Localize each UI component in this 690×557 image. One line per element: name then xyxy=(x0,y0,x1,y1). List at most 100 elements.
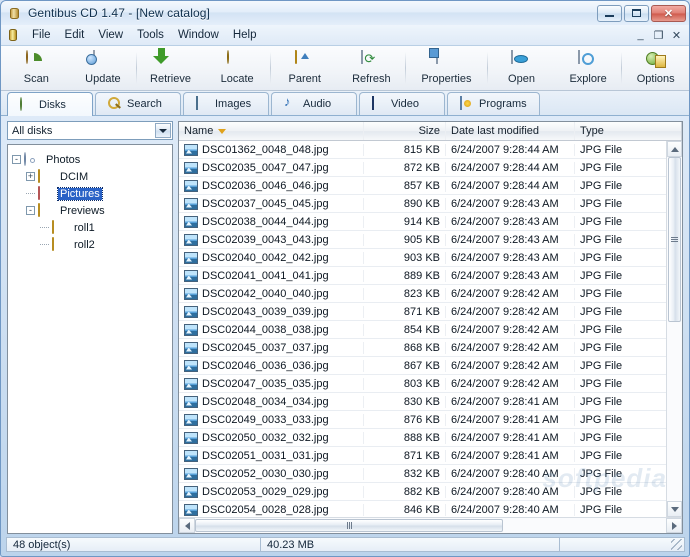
column-header-size[interactable]: Size xyxy=(364,122,446,140)
jpg-file-icon xyxy=(184,197,198,210)
cell-date: 6/24/2007 9:28:40 AM xyxy=(446,503,575,516)
maximize-button[interactable] xyxy=(624,4,649,22)
cell-size: 867 KB xyxy=(364,359,446,372)
chevron-down-icon[interactable] xyxy=(155,123,171,138)
cell-date: 6/24/2007 9:28:41 AM xyxy=(446,413,575,426)
column-header-date[interactable]: Date last modified xyxy=(446,122,575,140)
expander-icon[interactable]: - xyxy=(26,206,35,215)
folder-tree[interactable]: - Photos + DCIM Pictures - Previews roll… xyxy=(7,144,173,534)
table-row[interactable]: DSC02046_0036_036.jpg 867 KB 6/24/2007 9:2… xyxy=(179,357,666,375)
tab-video[interactable]: Video xyxy=(359,92,445,115)
tree-node-roll2[interactable]: roll2 xyxy=(12,236,168,253)
horizontal-scroll-track[interactable] xyxy=(195,518,666,533)
table-row[interactable]: DSC02044_0038_038.jpg 854 KB 6/24/2007 9:2… xyxy=(179,321,666,339)
cell-size: 903 KB xyxy=(364,251,446,264)
table-row[interactable]: DSC02036_0046_046.jpg 857 KB 6/24/2007 9:2… xyxy=(179,177,666,195)
tab-audio[interactable]: Audio xyxy=(271,92,357,115)
jpg-file-icon xyxy=(184,341,198,354)
scroll-left-button[interactable] xyxy=(179,518,195,533)
table-row[interactable]: DSC02047_0035_035.jpg 803 KB 6/24/2007 9:2… xyxy=(179,375,666,393)
table-row[interactable]: DSC02042_0040_040.jpg 823 KB 6/24/2007 9:2… xyxy=(179,285,666,303)
table-row[interactable]: DSC02037_0045_045.jpg 890 KB 6/24/2007 9:2… xyxy=(179,195,666,213)
tree-node-dcim[interactable]: + DCIM xyxy=(12,168,168,185)
minimize-button[interactable] xyxy=(597,4,622,22)
tab-disks[interactable]: Disks xyxy=(7,92,93,116)
menu-item-help[interactable]: Help xyxy=(226,27,264,43)
menu-item-edit[interactable]: Edit xyxy=(58,27,92,43)
table-row[interactable]: DSC02043_0039_039.jpg 871 KB 6/24/2007 9:2… xyxy=(179,303,666,321)
mdi-app-icon[interactable] xyxy=(5,27,21,43)
table-row[interactable]: DSC02045_0037_037.jpg 868 KB 6/24/2007 9:2… xyxy=(179,339,666,357)
options-button[interactable]: Options xyxy=(622,46,689,90)
tree-node-pictures[interactable]: Pictures xyxy=(12,185,168,202)
table-row[interactable]: DSC02039_0043_043.jpg 905 KB 6/24/2007 9:2… xyxy=(179,231,666,249)
vertical-scrollbar[interactable] xyxy=(666,141,682,517)
expander-icon[interactable]: - xyxy=(12,155,21,164)
scroll-down-button[interactable] xyxy=(667,501,682,517)
cell-size: 882 KB xyxy=(364,485,446,498)
properties-button[interactable]: Properties xyxy=(406,46,488,90)
table-row[interactable]: DSC02050_0032_032.jpg 888 KB 6/24/2007 9:2… xyxy=(179,429,666,447)
scan-button[interactable]: Scan xyxy=(3,46,70,90)
tab-images[interactable]: Images xyxy=(183,92,269,115)
close-button[interactable]: ✕ xyxy=(651,4,686,22)
file-list-header: Name Size Date last modified Type xyxy=(179,122,682,141)
table-row[interactable]: DSC02041_0041_041.jpg 889 KB 6/24/2007 9:2… xyxy=(179,267,666,285)
expander-icon[interactable]: + xyxy=(26,172,35,181)
tab-programs[interactable]: Programs xyxy=(447,92,540,115)
cell-name: DSC02041_0041_041.jpg xyxy=(179,269,364,282)
tree-node-roll1[interactable]: roll1 xyxy=(12,219,168,236)
disk-filter-dropdown[interactable]: All disks xyxy=(7,121,173,140)
cell-size: 803 KB xyxy=(364,377,446,390)
refresh-button[interactable]: Refresh xyxy=(338,46,405,90)
status-bar: 48 object(s) 40.23 MB xyxy=(1,534,689,556)
jpg-file-icon xyxy=(184,161,198,174)
resize-grip-icon[interactable] xyxy=(671,539,682,550)
cell-date: 6/24/2007 9:28:42 AM xyxy=(446,377,575,390)
cell-type: JPG File xyxy=(580,395,623,408)
table-row[interactable]: DSC02049_0033_033.jpg 876 KB 6/24/2007 9:2… xyxy=(179,411,666,429)
table-row[interactable]: DSC02053_0029_029.jpg 882 KB 6/24/2007 9:2… xyxy=(179,483,666,501)
table-row[interactable]: DSC02054_0028_028.jpg 846 KB 6/24/2007 9:2… xyxy=(179,501,666,517)
open-label: Open xyxy=(508,73,535,85)
horizontal-scroll-thumb[interactable] xyxy=(195,519,503,532)
menu-item-tools[interactable]: Tools xyxy=(130,27,171,43)
vertical-scroll-track[interactable] xyxy=(667,157,682,501)
file-name-text: DSC02042_0040_040.jpg xyxy=(202,287,329,300)
locate-button[interactable]: Locate xyxy=(204,46,271,90)
menu-item-window[interactable]: Window xyxy=(171,27,226,43)
table-row[interactable]: DSC02052_0030_030.jpg 832 KB 6/24/2007 9:2… xyxy=(179,465,666,483)
tab-search[interactable]: Search xyxy=(95,92,181,115)
table-row[interactable]: DSC02038_0044_044.jpg 914 KB 6/24/2007 9:2… xyxy=(179,213,666,231)
parent-button[interactable]: Parent xyxy=(271,46,338,90)
open-button[interactable]: Open xyxy=(488,46,555,90)
horizontal-scrollbar[interactable] xyxy=(179,517,682,533)
scroll-up-button[interactable] xyxy=(667,141,682,157)
table-row[interactable]: DSC02048_0034_034.jpg 830 KB 6/24/2007 9:2… xyxy=(179,393,666,411)
folder-icon xyxy=(38,169,54,183)
table-row[interactable]: DSC02051_0031_031.jpg 871 KB 6/24/2007 9:2… xyxy=(179,447,666,465)
cell-size: 876 KB xyxy=(364,413,446,426)
column-header-type[interactable]: Type xyxy=(575,122,682,140)
cell-name: DSC02035_0047_047.jpg xyxy=(179,161,364,174)
explore-button[interactable]: Explore xyxy=(555,46,622,90)
retrieve-button[interactable]: Retrieve xyxy=(137,46,204,90)
jpg-file-icon xyxy=(184,251,198,264)
scroll-right-button[interactable] xyxy=(666,518,682,533)
mdi-minimize-button[interactable]: _ xyxy=(632,28,649,43)
mdi-close-button[interactable]: ✕ xyxy=(668,28,685,43)
table-row[interactable]: DSC02040_0042_042.jpg 903 KB 6/24/2007 9:2… xyxy=(179,249,666,267)
cell-name: DSC02050_0032_032.jpg xyxy=(179,431,364,444)
mdi-restore-button[interactable]: ❐ xyxy=(650,28,667,43)
parent-folder-icon xyxy=(294,50,315,71)
tree-node-photos[interactable]: - Photos xyxy=(12,151,168,168)
column-header-name[interactable]: Name xyxy=(179,122,364,140)
table-row[interactable]: DSC01362_0048_048.jpg 815 KB 6/24/2007 9:2… xyxy=(179,141,666,159)
vertical-scroll-thumb[interactable] xyxy=(668,157,681,322)
tree-node-previews[interactable]: - Previews xyxy=(12,202,168,219)
table-row[interactable]: DSC02035_0047_047.jpg 872 KB 6/24/2007 9:2… xyxy=(179,159,666,177)
update-button[interactable]: Update xyxy=(70,46,137,90)
file-list-panel: Name Size Date last modified Type DSC013… xyxy=(178,121,683,534)
menu-item-file[interactable]: File xyxy=(25,27,58,43)
menu-item-view[interactable]: View xyxy=(91,27,130,43)
